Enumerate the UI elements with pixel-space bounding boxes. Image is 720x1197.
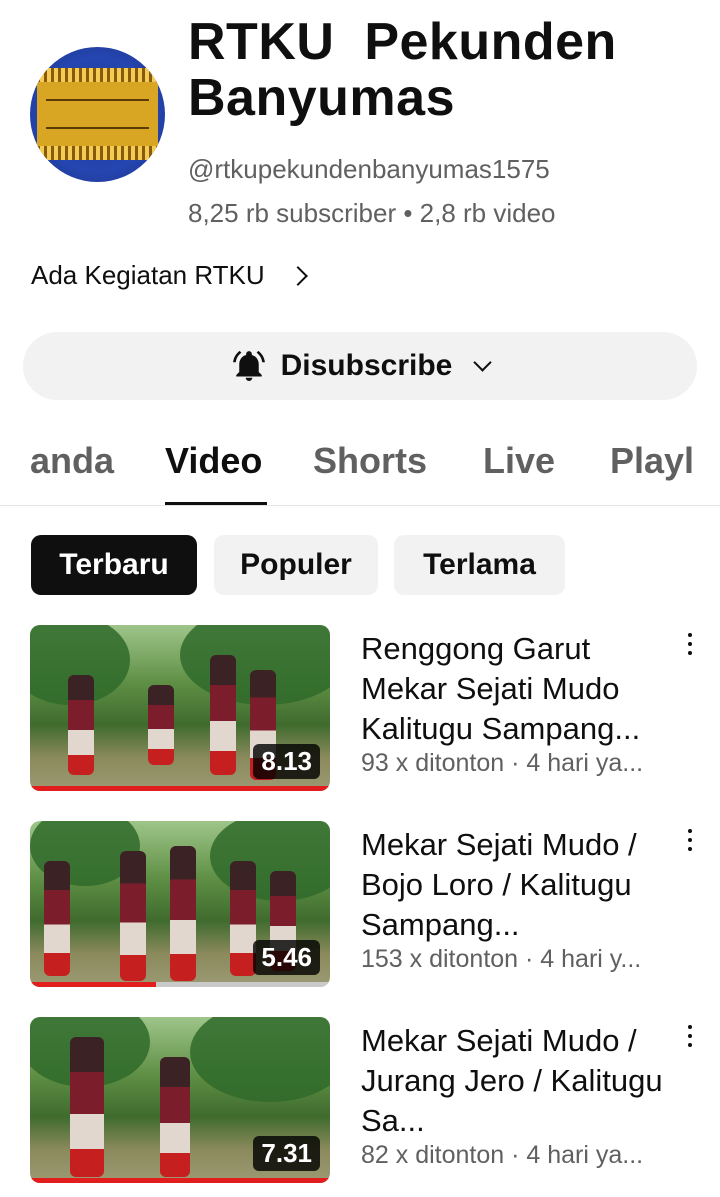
channel-stats: 8,25 rb subscriber • 2,8 rb video	[188, 198, 556, 228]
chevron-down-icon	[473, 352, 493, 372]
video-title[interactable]: Mekar Sejati Mudo / Bojo Loro / Kalitugu…	[361, 825, 681, 945]
thumb-dancer	[160, 1057, 190, 1177]
avatar-script-line	[46, 127, 149, 129]
thumb-dancer	[68, 675, 94, 775]
thumb-dancer	[44, 861, 70, 976]
avatar-border-top	[37, 68, 158, 82]
tab-playlist[interactable]: Playl	[610, 440, 694, 482]
watch-progress-bar	[30, 786, 330, 791]
bell-ringing-icon	[232, 350, 265, 381]
thumb-dancer	[210, 655, 236, 775]
video-duration: 7.31	[253, 1136, 320, 1171]
video-duration: 8.13	[253, 744, 320, 779]
more-options-icon[interactable]	[680, 1021, 700, 1051]
subscribe-button-label: Disubscribe	[280, 349, 453, 382]
video-meta: 153 x ditonton · 4 hari y...	[361, 945, 642, 973]
thumb-dancer	[120, 851, 146, 981]
active-tab-indicator	[165, 502, 267, 505]
avatar-border-bottom	[37, 146, 158, 160]
tab-video[interactable]: Video	[165, 440, 262, 482]
video-meta: 93 x ditonton · 4 hari ya...	[361, 749, 644, 777]
channel-tabs: anda Video Shorts Live Playl	[0, 430, 720, 506]
channel-avatar[interactable]	[30, 47, 165, 182]
video-meta: 82 x ditonton · 4 hari ya...	[361, 1141, 644, 1169]
filter-chip-terbaru[interactable]: Terbaru	[31, 535, 197, 595]
thumb-dancer	[170, 846, 196, 981]
watch-progress-bar	[30, 1178, 330, 1183]
watch-progress-bar	[30, 982, 330, 987]
channel-title: RTKU Pekunden Banyumas	[188, 13, 617, 127]
channel-handle: @rtkupekundenbanyumas1575	[188, 154, 550, 184]
more-options-icon[interactable]	[680, 825, 700, 855]
video-title[interactable]: Mekar Sejati Mudo / Jurang Jero / Kalitu…	[361, 1021, 681, 1141]
filter-chip-terlama[interactable]: Terlama	[394, 535, 565, 595]
thumb-foliage	[190, 1017, 330, 1102]
more-options-icon[interactable]	[680, 629, 700, 659]
video-list-item[interactable]: 7.31 Mekar Sejati Mudo / Jurang Jero / K…	[0, 1017, 720, 1187]
thumb-dancer	[70, 1037, 104, 1177]
chevron-right-icon	[287, 265, 308, 286]
tab-shorts[interactable]: Shorts	[313, 440, 427, 482]
filter-chip-populer[interactable]: Populer	[214, 535, 378, 595]
video-duration: 5.46	[253, 940, 320, 975]
video-list-item[interactable]: 8.13 Renggong Garut Mekar Sejati Mudo Ka…	[0, 625, 720, 795]
thumb-dancer	[148, 685, 174, 765]
video-thumbnail[interactable]: 8.13	[30, 625, 330, 791]
channel-description-link[interactable]: Ada Kegiatan RTKU	[31, 260, 308, 291]
channel-description-text: Ada Kegiatan RTKU	[31, 260, 265, 290]
video-list-item[interactable]: 5.46 Mekar Sejati Mudo / Bojo Loro / Kal…	[0, 821, 720, 991]
tab-live[interactable]: Live	[483, 440, 555, 482]
thumb-dancer	[230, 861, 256, 976]
video-thumbnail[interactable]: 5.46	[30, 821, 330, 987]
avatar-script-line	[46, 99, 149, 101]
video-title[interactable]: Renggong Garut Mekar Sejati Mudo Kalitug…	[361, 629, 681, 749]
tab-beranda[interactable]: anda	[30, 440, 114, 482]
video-thumbnail[interactable]: 7.31	[30, 1017, 330, 1183]
subscribe-button[interactable]: Disubscribe	[23, 332, 697, 400]
